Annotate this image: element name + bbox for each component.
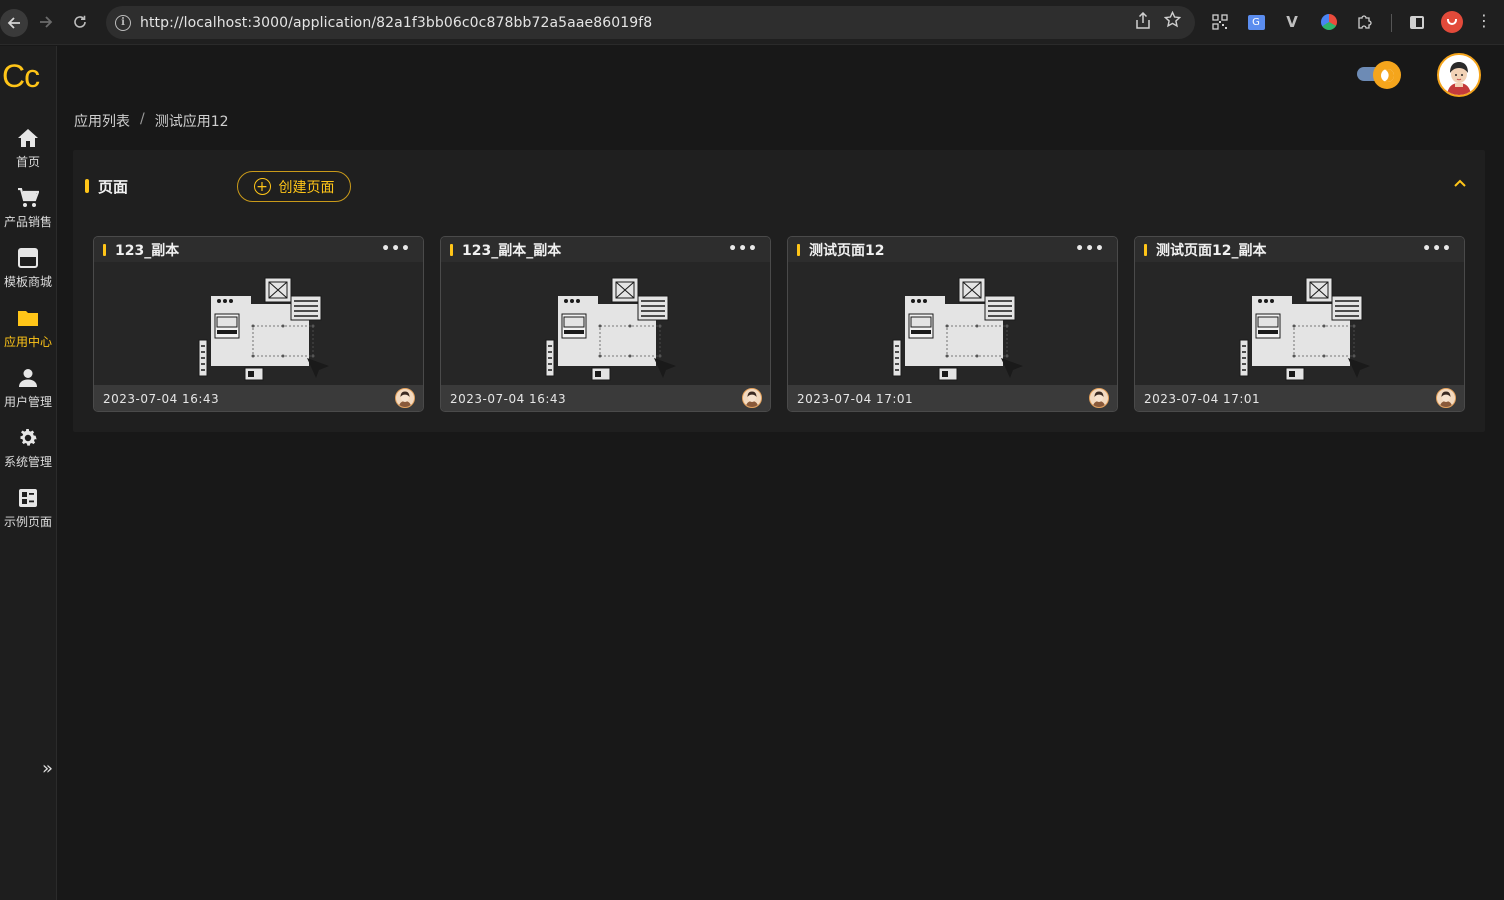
sidebar-item-label: 用户管理 [3, 394, 52, 409]
sidebar-item-system-management[interactable]: 系统管理 [0, 418, 56, 478]
theme-toggle[interactable] [1357, 61, 1401, 89]
sidebar-item-label: 产品销售 [3, 214, 52, 229]
panel-title: 页面 [85, 178, 128, 196]
card-title: 123_副本_副本 [462, 242, 562, 259]
sidebar-expand-button[interactable]: » [42, 758, 53, 779]
card-title: 测试页面12_副本 [1156, 242, 1267, 259]
chevron-up-icon [1454, 179, 1466, 187]
sidebar-item-label: 首页 [15, 154, 40, 169]
page-thumbnail [1135, 262, 1464, 385]
store-icon [17, 247, 39, 269]
card-header: 测试页面12_副本 ••• [1135, 237, 1464, 262]
page-thumbnail [94, 262, 423, 385]
toolbar-divider [1391, 14, 1392, 32]
browser-profile-avatar[interactable] [1441, 11, 1463, 33]
sidebar-item-home[interactable]: 首页 [0, 118, 56, 178]
sidebar: Cc 首页 产品销售 模板商城 应用中心 用户管理 系统管理 示例页面 » [0, 46, 57, 900]
back-button[interactable] [0, 9, 28, 37]
card-date: 2023-07-04 17:01 [1144, 391, 1261, 406]
card-header: 123_副本_副本 ••• [441, 237, 770, 262]
more-options-icon[interactable]: ••• [381, 241, 411, 257]
sidebar-item-sales[interactable]: 产品销售 [0, 178, 56, 238]
breadcrumb-item-app-list[interactable]: 应用列表 [74, 111, 130, 131]
qr-extension-icon[interactable] [1209, 11, 1231, 33]
card-title: 测试页面12 [809, 242, 885, 259]
user-avatar[interactable] [1437, 53, 1481, 97]
creator-avatar [1436, 388, 1456, 408]
create-page-button[interactable]: + 创建页面 [237, 171, 351, 202]
address-bar[interactable]: i http://localhost:3000/application/82a1… [106, 6, 1195, 39]
browser-menu-icon[interactable]: ⋮ [1476, 11, 1492, 30]
card-date: 2023-07-04 16:43 [450, 391, 567, 406]
card-footer: 2023-07-04 17:01 [788, 385, 1117, 411]
more-options-icon[interactable]: ••• [1422, 241, 1452, 257]
page-card[interactable]: 123_副本 ••• 2023-07-04 16:43 [93, 236, 424, 412]
card-header: 123_副本 ••• [94, 237, 423, 262]
create-page-label: 创建页面 [278, 179, 335, 196]
sidebar-item-label: 示例页面 [3, 514, 52, 529]
sidebar-item-label: 应用中心 [3, 334, 52, 349]
vue-devtools-icon[interactable]: V [1281, 11, 1303, 33]
folder-icon [17, 307, 39, 329]
color-picker-extension-icon[interactable] [1318, 11, 1340, 33]
breadcrumb-item-current: 测试应用12 [154, 114, 229, 130]
reload-button[interactable] [67, 9, 93, 35]
creator-avatar [742, 388, 762, 408]
forward-button[interactable] [33, 9, 59, 35]
more-options-icon[interactable]: ••• [1075, 241, 1105, 257]
pages-panel: 页面 + 创建页面 123_副本 ••• 2023-07-04 16:43 12… [73, 150, 1485, 432]
url-text: http://localhost:3000/application/82a1f3… [140, 14, 653, 31]
creator-avatar [395, 388, 415, 408]
sidebar-item-user-management[interactable]: 用户管理 [0, 358, 56, 418]
sidebar-item-app-center[interactable]: 应用中心 [0, 298, 56, 358]
more-options-icon[interactable]: ••• [728, 241, 758, 257]
page-thumbnail [441, 262, 770, 385]
page-thumbnail [788, 262, 1117, 385]
cart-icon [17, 187, 39, 209]
card-footer: 2023-07-04 16:43 [94, 385, 423, 411]
home-icon [17, 127, 39, 149]
sidebar-item-template-store[interactable]: 模板商城 [0, 238, 56, 298]
card-header: 测试页面12 ••• [788, 237, 1117, 262]
share-icon[interactable] [1136, 11, 1150, 33]
user-icon [17, 367, 39, 389]
panel-collapse-button[interactable] [1453, 176, 1467, 192]
sidebar-menu: 首页 产品销售 模板商城 应用中心 用户管理 系统管理 示例页面 [0, 118, 56, 538]
card-footer: 2023-07-04 17:01 [1135, 385, 1464, 411]
breadcrumb: 应用列表 / 测试应用12 [74, 111, 229, 131]
dashboard-icon [18, 487, 38, 509]
card-title: 123_副本 [115, 242, 180, 259]
site-info-icon[interactable]: i [115, 14, 131, 31]
side-panel-icon[interactable] [1406, 11, 1428, 33]
plus-circle-icon: + [253, 178, 271, 195]
moon-icon [1373, 61, 1401, 89]
card-date: 2023-07-04 17:01 [797, 391, 914, 406]
page-card[interactable]: 123_副本_副本 ••• 2023-07-04 16:43 [440, 236, 771, 412]
browser-toolbar: i http://localhost:3000/application/82a1… [0, 0, 1504, 45]
sidebar-item-label: 模板商城 [3, 274, 52, 289]
app-logo[interactable]: Cc [2, 58, 40, 95]
sidebar-item-label: 系统管理 [3, 454, 52, 469]
bookmark-star-icon[interactable] [1163, 10, 1182, 32]
card-footer: 2023-07-04 16:43 [441, 385, 770, 411]
arrow-right-icon [40, 16, 53, 28]
creator-avatar [1089, 388, 1109, 408]
page-card[interactable]: 测试页面12_副本 ••• 2023-07-04 17:01 [1134, 236, 1465, 412]
arrow-left-icon [7, 17, 20, 29]
card-date: 2023-07-04 16:43 [103, 391, 220, 406]
breadcrumb-separator: / [140, 111, 145, 127]
reload-icon [74, 15, 86, 28]
extensions-puzzle-icon[interactable] [1354, 11, 1376, 33]
page-card[interactable]: 测试页面12 ••• 2023-07-04 17:01 [787, 236, 1118, 412]
sidebar-item-example-pages[interactable]: 示例页面 [0, 478, 56, 538]
translate-extension-icon[interactable]: G [1245, 11, 1267, 33]
gear-icon [17, 427, 39, 449]
